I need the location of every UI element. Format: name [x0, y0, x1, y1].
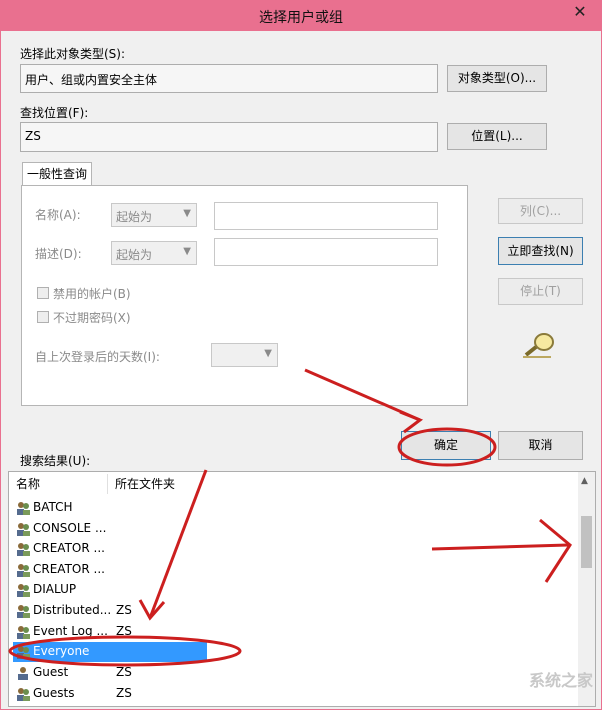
user-group-icon — [17, 605, 30, 618]
list-item-folder: ZS — [116, 603, 132, 617]
list-item-folder: ZS — [116, 665, 132, 679]
description-label: 描述(D): — [35, 247, 82, 261]
object-type-field: 用户、组或内置安全主体 — [20, 64, 438, 93]
list-item-name: CREATOR ... — [33, 541, 105, 555]
user-group-icon — [17, 584, 30, 597]
search-results-label: 搜索结果(U): — [20, 454, 91, 468]
description-combo[interactable]: 起始为 ▼ — [111, 241, 197, 265]
list-item-name: CREATOR ... — [33, 562, 105, 576]
user-icon — [18, 667, 28, 680]
list-item[interactable]: Guest ZS — [9, 663, 569, 683]
location-label: 查找位置(F): — [20, 106, 89, 120]
non-expiring-checkbox[interactable] — [37, 311, 49, 323]
object-types-button[interactable]: 对象类型(O)... — [447, 65, 547, 92]
list-item-selected[interactable]: Everyone — [9, 642, 569, 662]
list-item-name: Guests — [33, 686, 75, 700]
column-header-folder[interactable]: 所在文件夹 — [115, 472, 175, 496]
list-item[interactable]: CONSOLE ... — [9, 519, 569, 539]
list-item-name: Guest — [33, 665, 69, 679]
list-item[interactable]: Distributed... ZS — [9, 601, 569, 621]
list-item[interactable]: Event Log ... ZS — [9, 622, 569, 642]
search-magnifier-icon — [523, 333, 554, 358]
columns-button[interactable]: 列(C)... — [498, 198, 583, 224]
list-item[interactable]: DIALUP — [9, 580, 569, 600]
list-item-folder: ZS — [116, 624, 132, 638]
user-group-icon — [17, 523, 30, 536]
name-label: 名称(A): — [35, 208, 81, 222]
list-item-name: Distributed... — [33, 603, 112, 617]
disabled-accounts-label: 禁用的帐户(B) — [53, 287, 131, 301]
user-group-icon — [17, 502, 30, 515]
tab-general-query[interactable]: 一般性查询 — [22, 162, 92, 186]
scrollbar-thumb[interactable] — [581, 516, 592, 568]
user-group-icon — [17, 646, 30, 659]
user-group-icon — [17, 626, 30, 639]
name-combo[interactable]: 起始为 ▼ — [111, 203, 197, 227]
ok-button[interactable]: 确定 — [401, 431, 491, 460]
chevron-down-icon: ▼ — [264, 348, 272, 359]
user-group-icon — [17, 688, 30, 701]
close-button[interactable]: ✕ — [565, 1, 595, 23]
user-group-icon — [17, 564, 30, 577]
list-item-name: CONSOLE ... — [33, 521, 107, 535]
description-input[interactable] — [214, 238, 438, 266]
window-title: 选择用户或组 — [259, 10, 343, 26]
days-combo[interactable]: ▼ — [211, 343, 278, 367]
location-field: ZS — [20, 122, 438, 152]
chevron-down-icon: ▼ — [183, 246, 191, 257]
find-now-button[interactable]: 立即查找(N) — [498, 237, 583, 265]
list-item[interactable]: BATCH — [9, 498, 569, 518]
site-watermark: 系统之家 — [528, 671, 593, 690]
name-input[interactable] — [214, 202, 438, 230]
non-expiring-label: 不过期密码(X) — [53, 311, 131, 325]
list-item-name: Everyone — [33, 644, 90, 658]
days-since-logon-label: 自上次登录后的天数(I): — [35, 350, 160, 364]
list-item-name: BATCH — [33, 500, 73, 514]
user-group-icon — [17, 543, 30, 556]
list-item[interactable]: CREATOR ... — [9, 539, 569, 559]
scroll-up-arrow-icon[interactable]: ▲ — [581, 476, 588, 486]
object-type-label: 选择此对象类型(S): — [20, 47, 126, 61]
stop-button[interactable]: 停止(T) — [498, 278, 583, 305]
locations-button[interactable]: 位置(L)... — [447, 123, 547, 150]
disabled-accounts-checkbox[interactable] — [37, 287, 49, 299]
list-item[interactable]: Guests ZS — [9, 684, 569, 704]
title-bar[interactable]: 选择用户或组 ✕ — [1, 1, 601, 31]
list-item-name: DIALUP — [33, 582, 77, 596]
description-combo-value: 起始为 — [116, 248, 153, 262]
column-divider[interactable] — [107, 474, 108, 494]
name-combo-value: 起始为 — [116, 210, 153, 224]
select-users-dialog: 选择用户或组 ✕ 选择此对象类型(S): 用户、组或内置安全主体 对象类型(O)… — [0, 0, 602, 710]
search-results-list[interactable]: 名称 所在文件夹 BATCH CONSOLE ... CREATOR ... C… — [8, 471, 596, 707]
list-item-name: Event Log ... — [33, 624, 108, 638]
chevron-down-icon: ▼ — [183, 208, 191, 219]
list-item-folder: ZS — [116, 686, 132, 700]
list-item[interactable]: CREATOR ... — [9, 560, 569, 580]
cancel-button[interactable]: 取消 — [498, 431, 583, 460]
column-header-name[interactable]: 名称 — [16, 472, 40, 496]
